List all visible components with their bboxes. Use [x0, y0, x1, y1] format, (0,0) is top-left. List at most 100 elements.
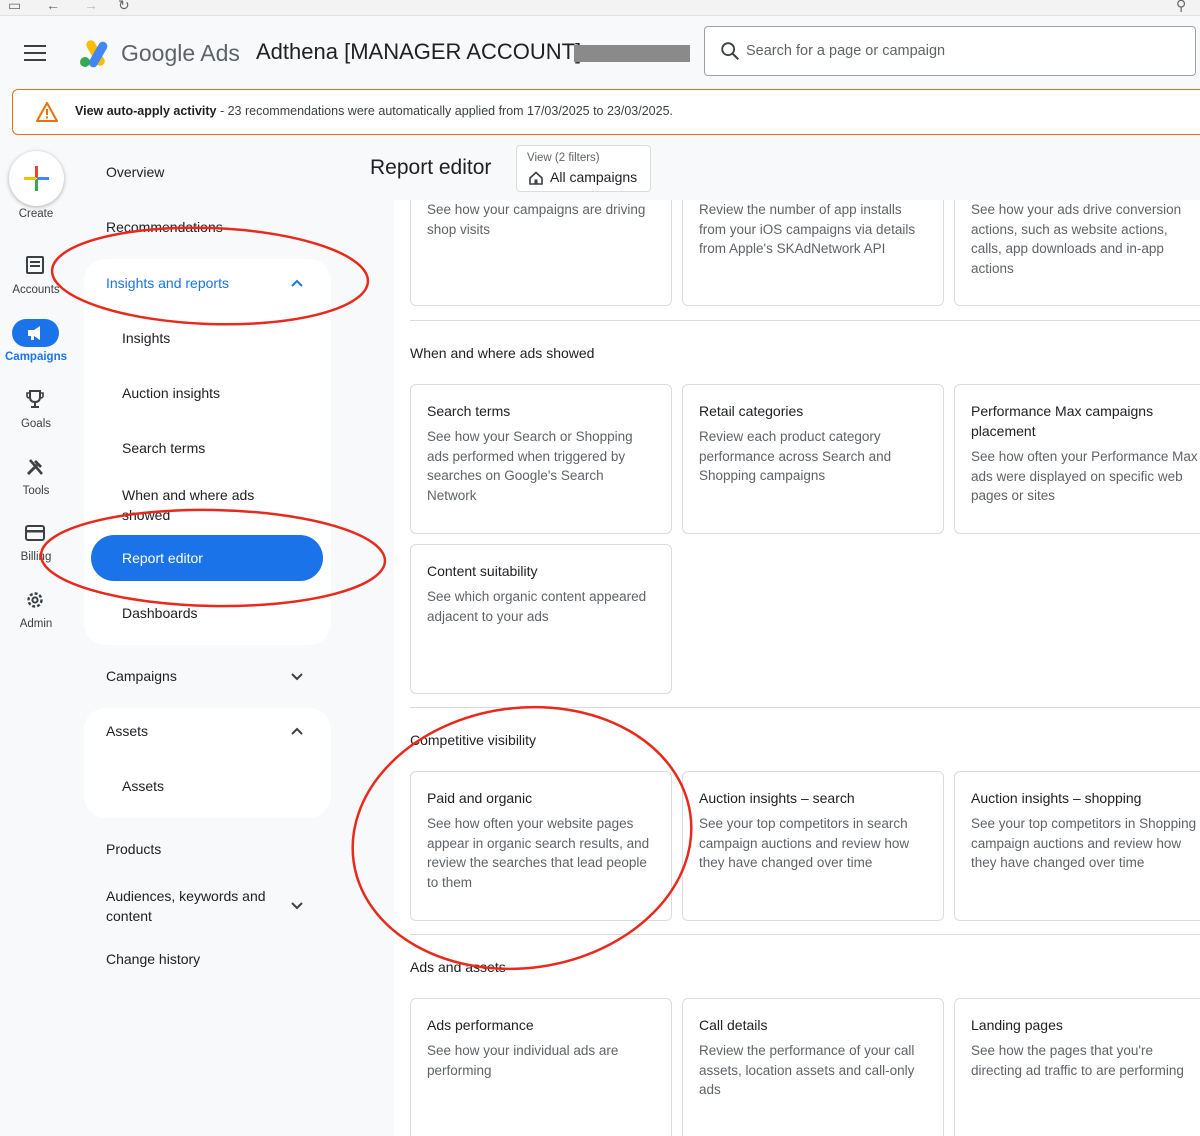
section-title: Competitive visibility — [410, 732, 537, 748]
nav-report-editor[interactable]: Report editor — [122, 550, 203, 566]
nav-campaigns[interactable]: Campaigns — [106, 668, 177, 684]
report-card-auction-insights-search[interactable]: Auction insights – search See your top c… — [682, 771, 944, 921]
report-card[interactable]: Review the number of app installs from y… — [682, 200, 944, 306]
card-title: Paid and organic — [427, 790, 533, 806]
gear-icon[interactable] — [24, 589, 46, 611]
section-divider — [410, 320, 1200, 321]
rail-campaigns-label[interactable]: Campaigns — [0, 351, 72, 363]
card-description: See how your Search or Shopping ads perf… — [427, 429, 633, 503]
plus-icon — [24, 166, 49, 191]
rail-billing-label[interactable]: Billing — [0, 551, 72, 563]
billing-card-icon[interactable] — [24, 522, 46, 544]
nav-products[interactable]: Products — [106, 841, 161, 857]
view-filter-label: View (2 filters) — [527, 152, 600, 164]
section-title: When and where ads showed — [410, 345, 595, 361]
top-header: Google Ads Adthena [MANAGER ACCOUNT] — [0, 16, 1200, 88]
report-card-ads-performance[interactable]: Ads performance See how your individual … — [410, 998, 672, 1136]
accounts-icon[interactable] — [24, 254, 46, 276]
chevron-down-icon[interactable] — [287, 666, 307, 686]
menu-icon[interactable] — [24, 45, 46, 61]
card-description: Review the number of app installs from y… — [699, 202, 916, 257]
report-card[interactable]: See how your ads drive conversion action… — [954, 200, 1200, 306]
page-title: Report editor — [370, 156, 492, 179]
forward-icon[interactable]: → — [84, 0, 98, 13]
rail-goals-label[interactable]: Goals — [0, 418, 72, 430]
card-description: See how often your Performance Max ads w… — [971, 449, 1198, 504]
nav-insights-and-reports[interactable]: Insights and reports — [106, 275, 229, 291]
card-description: See how often your website pages appear … — [427, 816, 650, 890]
nav-recommendations[interactable]: Recommendations — [106, 219, 223, 235]
nav-when-where-ads-showed[interactable]: When and where ads showed — [122, 485, 282, 525]
report-card-search-terms[interactable]: Search terms See how your Search or Shop… — [410, 384, 672, 534]
report-gallery: See how your campaigns are driving shop … — [394, 200, 1200, 1136]
trophy-icon[interactable] — [24, 388, 46, 410]
reload-icon[interactable]: ↻ — [118, 0, 130, 14]
auto-apply-alert: View auto-apply activity - 23 recommenda… — [12, 89, 1200, 135]
home-icon — [529, 171, 543, 185]
report-card-paid-and-organic[interactable]: Paid and organic See how often your webs… — [410, 771, 672, 921]
card-description: See which organic content appeared adjac… — [427, 589, 647, 624]
nav-assets-group[interactable]: Assets — [106, 723, 148, 739]
browser-toolbar: ▭ ← → ↻ ⚲ — [0, 0, 1200, 16]
section-divider — [410, 934, 1200, 935]
card-title: Auction insights – shopping — [971, 790, 1142, 806]
rail-accounts-label[interactable]: Accounts — [0, 284, 72, 296]
account-name[interactable]: Adthena [MANAGER ACCOUNT] — [256, 39, 581, 65]
nav-insights[interactable]: Insights — [122, 330, 170, 346]
rail-tools-label[interactable]: Tools — [0, 485, 72, 497]
report-card-retail-categories[interactable]: Retail categories Review each product ca… — [682, 384, 944, 534]
nav-assets[interactable]: Assets — [122, 778, 164, 794]
search-icon — [721, 42, 739, 60]
card-description: Review the performance of your call asse… — [699, 1043, 915, 1098]
card-title: Search terms — [427, 403, 511, 419]
search-bar[interactable] — [704, 26, 1196, 76]
card-title: Call details — [699, 1017, 768, 1033]
card-description: See how your ads drive conversion action… — [971, 202, 1182, 276]
card-description: See your top competitors in Shopping cam… — [971, 816, 1197, 871]
card-description: See your top competitors in search campa… — [699, 816, 910, 871]
report-card[interactable]: See how your campaigns are driving shop … — [410, 200, 672, 306]
card-title: Content suitability — [427, 563, 538, 579]
card-description: See how the pages that you're directing … — [971, 1043, 1184, 1078]
search-input[interactable] — [746, 40, 1166, 62]
alert-detail: - 23 recommendations were automatically … — [216, 104, 674, 118]
tools-icon[interactable] — [24, 456, 46, 478]
extension-icon[interactable]: ⚲ — [1176, 0, 1186, 14]
view-filter-chip[interactable]: View (2 filters) All campaigns — [516, 145, 651, 192]
create-button[interactable] — [9, 151, 64, 206]
section-title: Ads and assets — [410, 959, 506, 975]
back-icon[interactable]: ← — [46, 0, 60, 13]
megaphone-icon — [28, 326, 40, 340]
chevron-up-icon[interactable] — [287, 273, 307, 293]
warning-icon — [36, 102, 58, 122]
card-description: See how your campaigns are driving shop … — [427, 202, 646, 237]
nav-change-history[interactable]: Change history — [106, 951, 200, 967]
report-card-call-details[interactable]: Call details Review the performance of y… — [682, 998, 944, 1136]
rail-create-label: Create — [18, 208, 54, 220]
report-card-auction-insights-shopping[interactable]: Auction insights – shopping See your top… — [954, 771, 1200, 921]
sidebar-toggle-icon[interactable]: ▭ — [8, 0, 21, 14]
card-description: Review each product category performance… — [699, 429, 892, 484]
brand-name: Google Ads — [121, 40, 240, 66]
alert-message: View auto-apply activity - 23 recommenda… — [75, 104, 673, 118]
report-card-landing-pages[interactable]: Landing pages See how the pages that you… — [954, 998, 1200, 1136]
rail-admin-label[interactable]: Admin — [0, 618, 72, 630]
auto-apply-link[interactable]: View auto-apply activity — [75, 104, 216, 118]
google-ads-logo-icon — [80, 40, 108, 68]
card-description: See how your individual ads are performi… — [427, 1043, 619, 1078]
section-divider — [410, 707, 1200, 708]
redacted-account-id — [574, 45, 690, 62]
nav-overview[interactable]: Overview — [106, 164, 164, 180]
report-card-content-suitability[interactable]: Content suitability See which organic co… — [410, 544, 672, 694]
chevron-down-icon[interactable] — [287, 895, 307, 915]
card-title: Ads performance — [427, 1017, 534, 1033]
nav-audiences-keywords-content[interactable]: Audiences, keywords and content — [106, 886, 286, 926]
card-title: Performance Max campaigns placement — [971, 403, 1154, 439]
view-filter-value: All campaigns — [550, 169, 638, 185]
card-title: Auction insights – search — [699, 790, 855, 806]
chevron-up-icon[interactable] — [287, 721, 307, 741]
nav-auction-insights[interactable]: Auction insights — [122, 385, 220, 401]
nav-search-terms[interactable]: Search terms — [122, 440, 205, 456]
nav-dashboards[interactable]: Dashboards — [122, 605, 198, 621]
report-card-pmax-placement[interactable]: Performance Max campaigns placement See … — [954, 384, 1200, 534]
